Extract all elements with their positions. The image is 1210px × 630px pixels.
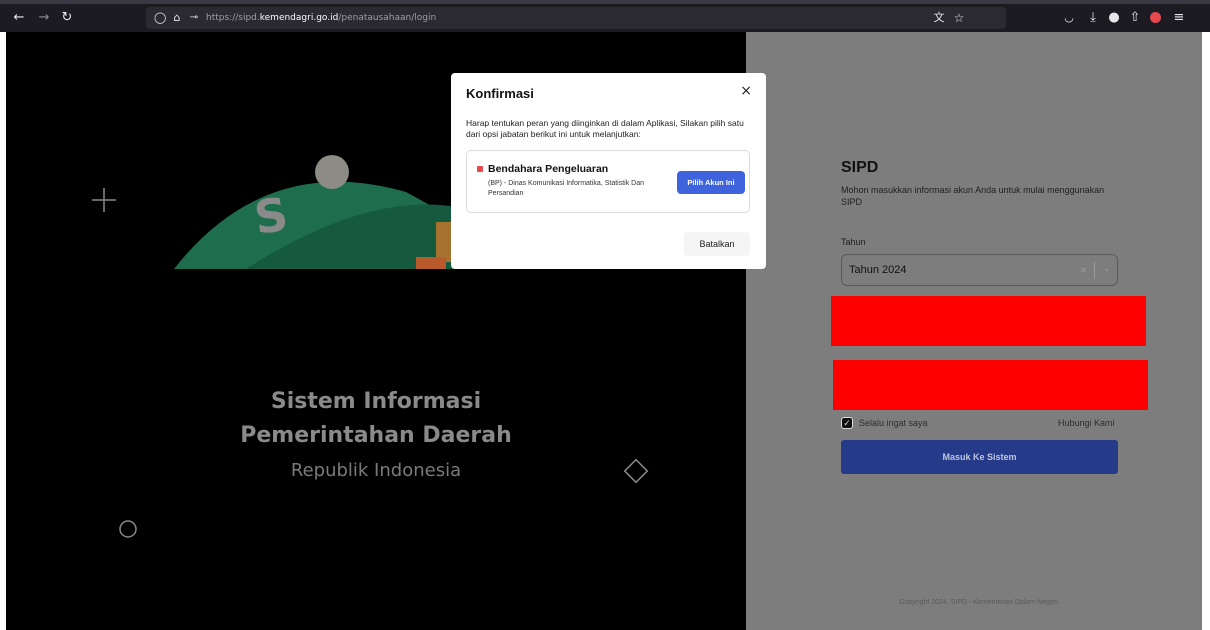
role-option-card[interactable]: Bendahara Pengeluaran (BP) - Dinas Komun… [466, 150, 750, 213]
reload-icon[interactable]: ↻ [60, 9, 74, 27]
redacted-field [831, 296, 1146, 346]
browser-window: ← → ↻ ◯ ⌂ ⊸ https://sipd.kemendagri.go.i… [0, 0, 1210, 630]
back-icon[interactable]: ← [12, 9, 26, 27]
year-select[interactable]: Tahun 2024 × ⌄ [841, 254, 1118, 286]
modal-title: Konfirmasi [466, 86, 534, 101]
key-icon[interactable]: ⊸ [186, 9, 202, 27]
year-label: Tahun [841, 237, 866, 247]
clear-icon[interactable]: × [1080, 263, 1087, 277]
url-text[interactable]: https://sipd.kemendagri.go.id/penatausah… [206, 10, 436, 26]
role-description: (BP) - Dinas Komunikasi Informatika, Sta… [488, 180, 644, 197]
chevron-down-icon[interactable]: ⌄ [1103, 263, 1111, 274]
close-icon[interactable]: × [740, 83, 752, 99]
menu-icon[interactable]: ≡ [1172, 9, 1186, 27]
login-description: Mohon masukkan informasi akun Anda untuk… [841, 185, 1105, 207]
hero-title-line1: Sistem Informasi [270, 389, 482, 414]
shield-icon[interactable]: ◯ [154, 9, 166, 27]
year-select-value: Tahun 2024 [849, 264, 907, 276]
login-title: SIPD [841, 159, 879, 176]
share-icon[interactable]: ⇧ [1128, 9, 1142, 27]
hero-title-line2: Pemerintahan Daerah [240, 423, 512, 448]
role-status-dot [477, 166, 483, 172]
bookmark-star-icon[interactable]: ☆ [952, 9, 966, 27]
pocket-icon[interactable]: ◡ [1062, 9, 1076, 27]
redacted-field [833, 360, 1148, 410]
remember-label: Selalu ingat saya [859, 418, 928, 428]
remember-checkbox[interactable]: ✓ [841, 417, 853, 429]
hero-subtitle: Republik Indonesia [290, 460, 462, 481]
modal-message: Harap tentukan peran yang diinginkan di … [466, 118, 744, 139]
role-title: Bendahara Pengeluaran [488, 163, 609, 175]
browser-toolbar: ← → ↻ ◯ ⌂ ⊸ https://sipd.kemendagri.go.i… [0, 0, 1210, 32]
contact-link[interactable]: Hubungi Kami [1058, 418, 1115, 428]
confirmation-modal: Konfirmasi × Harap tentukan peran yang d… [451, 73, 766, 269]
copyright-text: Copyright 2024, SIPD - Kementerian Dalam… [899, 599, 1060, 606]
login-panel: SIPD Mohon masukkan informasi akun Anda … [746, 32, 1202, 630]
download-icon[interactable]: ⤓ [1086, 9, 1100, 27]
select-separator [1094, 262, 1095, 279]
cancel-button[interactable]: Batalkan [684, 232, 750, 256]
extension-icon[interactable]: ● [1107, 9, 1121, 27]
profile-icon[interactable] [1150, 12, 1161, 23]
pick-account-button[interactable]: Pilih Akun Ini [677, 171, 745, 194]
translate-icon[interactable]: 文 [932, 9, 946, 27]
login-submit-button[interactable]: Masuk Ke Sistem [841, 440, 1118, 474]
forward-icon[interactable]: → [37, 9, 51, 27]
address-bar[interactable]: ◯ ⌂ ⊸ https://sipd.kemendagri.go.id/pena… [146, 7, 1006, 29]
lock-icon[interactable]: ⌂ [171, 9, 183, 27]
